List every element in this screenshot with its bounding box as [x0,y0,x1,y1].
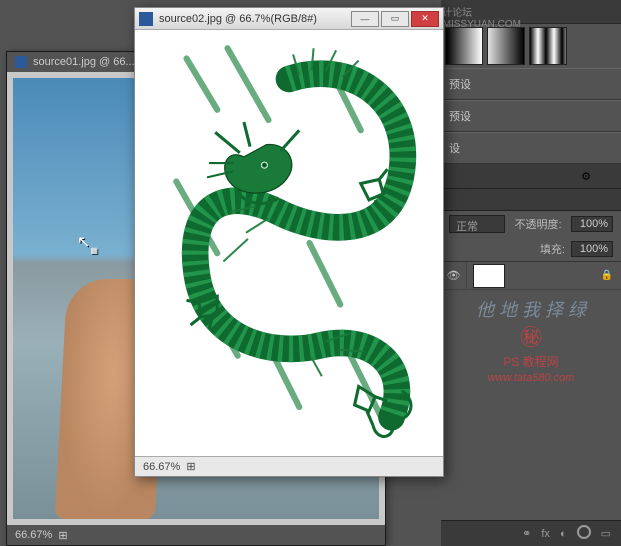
fill-label: 填充: [540,241,565,257]
lock-icon: 🔒 [601,270,613,281]
canvas-watermark: 他 地 我 择 绿 ㊙ PS 教程网 www.tata580.com [441,290,621,394]
preset-row[interactable]: 设 [441,132,621,164]
document-window-source02[interactable]: source02.jpg @ 66.7%(RGB/8#) — ▭ ✕ [134,7,444,477]
move-cursor-icon: ↖▦ [77,232,98,252]
statusbar-nav-icon[interactable]: ⊞ [186,460,195,473]
zoom-level[interactable]: 66.67% [143,461,180,473]
layers-list: 👁 🔒 他 地 我 择 绿 ㊙ PS 教程网 www.tata580.com [441,262,621,472]
lock-row: 填充: 100% [441,237,621,262]
watermark-stamp: ㊙ [449,323,613,354]
opacity-label: 不透明度: [514,216,561,232]
ps-file-icon [139,12,153,26]
settings-icon[interactable]: ⚙ [581,170,591,183]
opacity-value[interactable]: 100% [571,216,613,232]
gradient-swatch[interactable] [445,27,483,65]
top-panel: 思缘设计论坛 WWW.MISSYUAN.COM 预设 预设 设 ⚙ [441,0,621,189]
statusbar-nav-icon[interactable]: ⊞ [58,529,67,542]
panel-footer: ⚙ [441,164,621,188]
gradient-presets [441,24,621,68]
document-tab-title: source01.jpg @ 66... [33,56,135,68]
watermark-url: www.tata580.com [449,371,613,386]
close-button[interactable]: ✕ [411,11,439,27]
layers-tabs[interactable] [441,189,621,211]
preset-row[interactable]: 预设 [441,100,621,132]
right-panel-stack: 思缘设计论坛 WWW.MISSYUAN.COM 预设 预设 设 ⚙ 正常 不透明… [441,0,621,546]
watermark-label: PS 教程网 [449,354,613,371]
mask-icon[interactable]: ◐ [560,528,567,540]
minimize-button[interactable]: — [351,11,379,27]
layers-controls-row: 正常 不透明度: 100% [441,211,621,237]
layers-footer: ⚭ fx ◐ ▭ [441,520,621,546]
gradient-swatch[interactable] [529,27,567,65]
zoom-level[interactable]: 66.67% [15,529,52,541]
link-layers-icon[interactable]: ⚭ [522,527,531,540]
fx-icon[interactable]: fx [541,528,550,540]
fill-value[interactable]: 100% [571,241,613,257]
preset-label: 设 [449,140,460,156]
maximize-button[interactable]: ▭ [381,11,409,27]
document-canvas[interactable] [135,30,443,456]
document-titlebar[interactable]: source02.jpg @ 66.7%(RGB/8#) — ▭ ✕ [135,8,443,30]
ps-file-icon [15,56,27,68]
preset-label: 预设 [449,108,471,124]
document-statusbar: 66.67% ⊞ [7,525,385,545]
layer-row[interactable]: 👁 🔒 [441,262,621,290]
dragon-artwork [143,38,435,448]
adjustment-icon[interactable] [577,525,591,542]
blend-mode-dropdown[interactable]: 正常 [449,215,505,233]
document-title: source02.jpg @ 66.7%(RGB/8#) [159,13,349,25]
visibility-eye-icon[interactable]: 👁 [441,262,467,290]
layer-thumbnail[interactable] [473,264,505,288]
gradient-swatch[interactable] [487,27,525,65]
document-statusbar: 66.67% ⊞ [135,456,443,476]
preset-label: 预设 [449,76,471,92]
group-icon[interactable]: ▭ [601,527,611,540]
watermark-script: 他 地 我 择 绿 [449,298,613,323]
layers-panel: 正常 不透明度: 100% 填充: 100% 👁 🔒 他 地 我 择 绿 ㊙ P… [441,189,621,472]
preset-row[interactable]: 预设 [441,68,621,100]
